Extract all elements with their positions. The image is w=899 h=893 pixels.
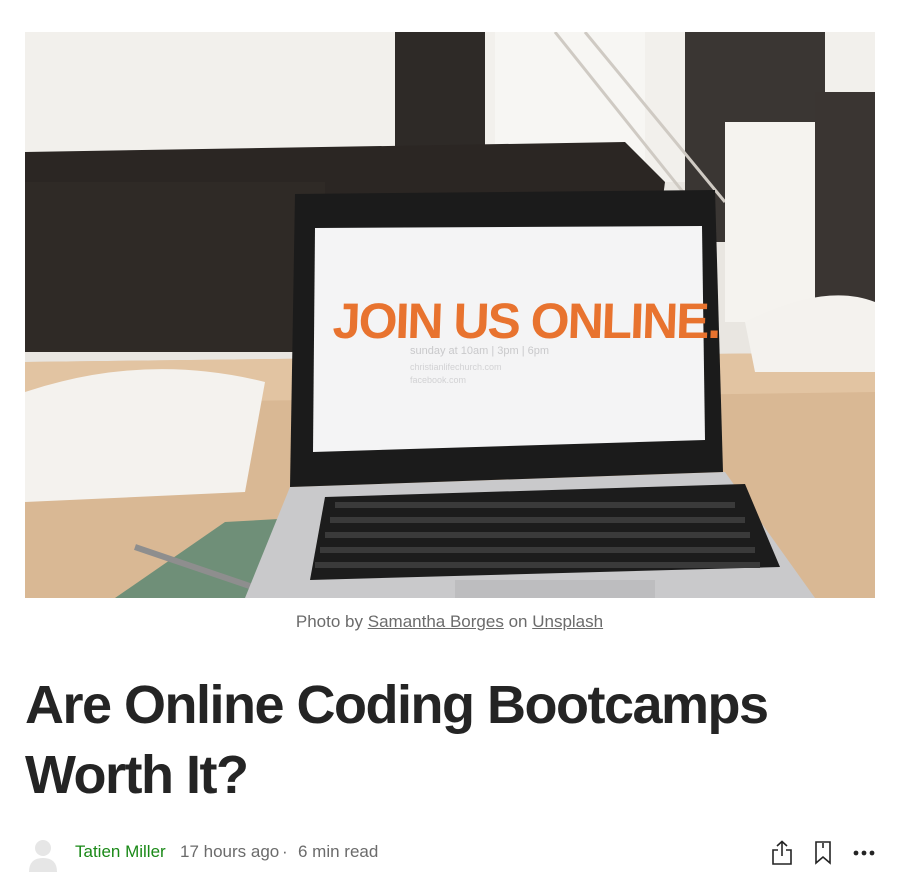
publish-time: 17 hours ago xyxy=(180,842,280,861)
more-icon xyxy=(853,850,875,856)
read-time: 6 min read xyxy=(298,842,379,861)
screen-headline: JOIN US ONLINE. xyxy=(332,293,721,349)
caption-prefix: Photo by xyxy=(295,612,363,631)
share-button[interactable] xyxy=(768,838,796,868)
hero-image: JOIN US ONLINE. sunday at 10am | 3pm | 6… xyxy=(25,32,875,598)
bookmark-button[interactable] xyxy=(809,838,837,868)
article-title: Are Online Coding Bootcamps Worth It? xyxy=(25,675,769,805)
screen-line-3: facebook.com xyxy=(410,375,466,385)
share-icon xyxy=(772,840,792,865)
unsplash-link[interactable]: Unsplash xyxy=(532,612,603,631)
author-avatar[interactable] xyxy=(27,836,59,872)
avatar-placeholder-icon xyxy=(29,840,57,872)
screen-subline: sunday at 10am | 3pm | 6pm xyxy=(410,345,549,357)
bookmark-icon xyxy=(815,841,831,865)
author-name-link[interactable]: Tatien Miller xyxy=(75,842,166,862)
more-options-button[interactable] xyxy=(850,838,878,868)
screen-line-2: christianlifechurch.com xyxy=(410,362,502,372)
meta-separator: · xyxy=(282,842,288,861)
article-meta: Tatien Miller 17 hours ago · 6 min read xyxy=(25,836,875,872)
hero-photo: JOIN US ONLINE. sunday at 10am | 3pm | 6… xyxy=(25,32,875,598)
photo-caption: Photo by Samantha Borges on Unsplash xyxy=(0,612,899,632)
caption-middle: on xyxy=(508,612,528,631)
photographer-link[interactable]: Samantha Borges xyxy=(368,612,504,631)
